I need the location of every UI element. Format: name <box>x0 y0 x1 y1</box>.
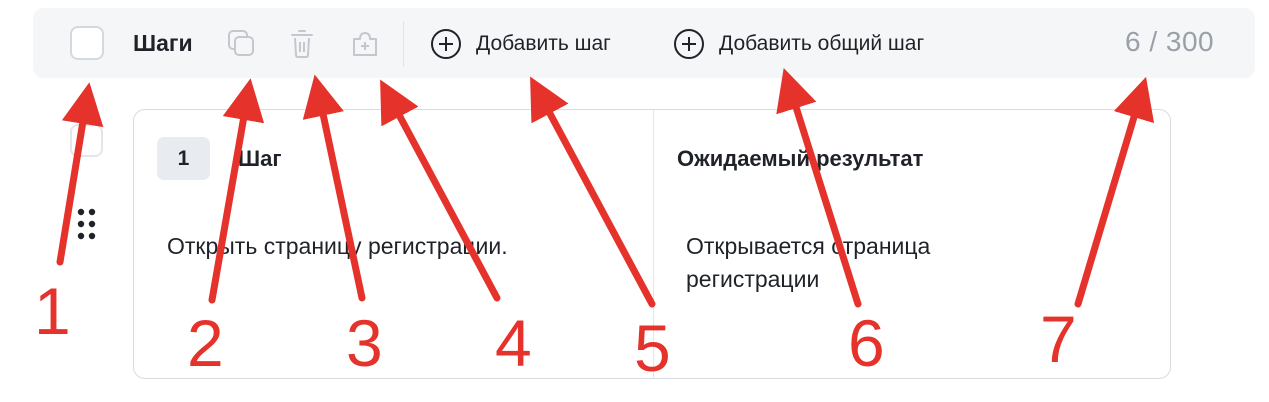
shared-step-icon <box>353 32 377 56</box>
annotation-number-3: 3 <box>346 306 383 380</box>
checkbox-icon <box>70 26 104 60</box>
steps-counter: 6 / 300 <box>1125 26 1215 57</box>
result-column-header: Ожидаемый результат <box>677 146 924 171</box>
step-column-header: Шаг <box>238 146 282 171</box>
trash-icon <box>291 30 313 58</box>
delete-button[interactable] <box>285 27 319 61</box>
toolbar-title: Шаги <box>133 30 193 56</box>
annotation-number-4: 4 <box>495 306 532 380</box>
annotation-number-1: 1 <box>34 274 71 348</box>
annotation-number-7: 7 <box>1040 302 1077 376</box>
annotation-number-2: 2 <box>187 306 224 380</box>
result-line: регистрации <box>686 266 820 292</box>
add-step-label: Добавить шаг <box>476 32 611 55</box>
copy-button[interactable] <box>225 27 259 61</box>
toolbar-divider <box>403 21 404 67</box>
step-result-text[interactable]: Открывается страница регистрации <box>686 230 930 296</box>
copy-icon <box>228 30 254 56</box>
select-all-checkbox[interactable] <box>70 26 104 60</box>
drag-handle-icon[interactable] <box>77 208 97 241</box>
shared-step-button[interactable] <box>348 27 382 61</box>
step-action-text[interactable]: Открыть страницу регистрации. <box>167 230 508 263</box>
add-shared-step-button[interactable]: Добавить общий шаг <box>673 28 924 60</box>
annotation-number-5: 5 <box>634 311 671 385</box>
step-number-badge: 1 <box>157 137 210 180</box>
steps-toolbar: Шаги Добавить шаг Добавить общий шаг 6 /… <box>33 8 1255 78</box>
plus-circle-icon <box>431 29 461 59</box>
result-line: Открывается страница <box>686 233 931 259</box>
add-step-button[interactable]: Добавить шаг <box>430 28 611 60</box>
annotation-number-6: 6 <box>848 306 885 380</box>
steps-page: Шаги Добавить шаг Добавить общий шаг 6 /… <box>0 0 1269 402</box>
add-shared-step-label: Добавить общий шаг <box>719 32 925 55</box>
plus-circle-icon <box>674 29 704 59</box>
step-row-checkbox[interactable] <box>70 124 103 157</box>
